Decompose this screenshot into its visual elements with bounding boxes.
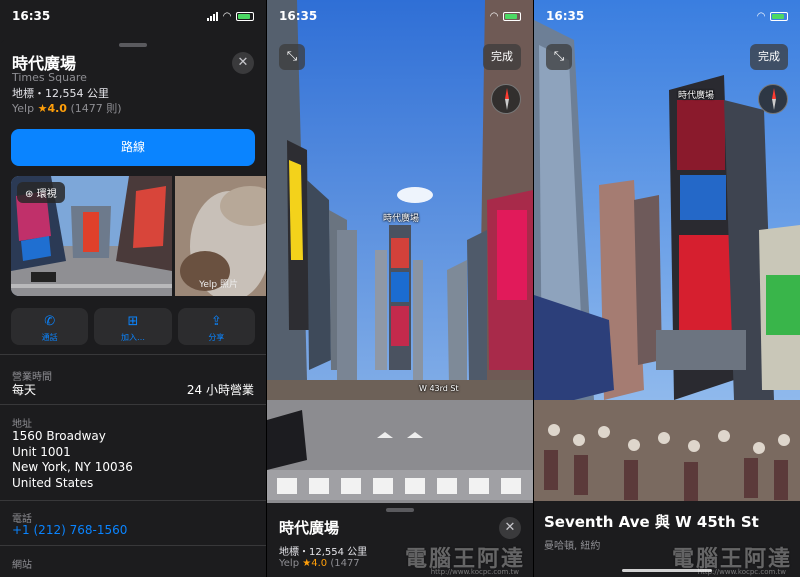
street-label: W 43rd St xyxy=(419,384,459,393)
lookaround-preview[interactable]: ⊛ 環視 xyxy=(11,176,172,296)
yelp-photo[interactable]: Yelp 照片 xyxy=(175,176,266,296)
sheet-grabber[interactable] xyxy=(386,508,414,512)
action-row: ✆ 通話 ⊞ 加入… ⇪ 分享 xyxy=(11,308,255,345)
phone-icon: ✆ xyxy=(44,314,56,329)
street-scene[interactable] xyxy=(534,0,800,577)
status-icons: ◠ xyxy=(757,11,788,22)
rating-source: Yelp xyxy=(279,558,300,569)
done-button[interactable]: 完成 xyxy=(750,44,788,70)
status-icons: ◠ xyxy=(490,11,521,22)
hours-value: 24 小時營業 xyxy=(186,383,254,397)
place-meta: 地標・12,554 公里 xyxy=(12,87,109,100)
yelp-photos-label: Yelp 照片 xyxy=(199,280,238,290)
poi-label[interactable]: 時代廣場 xyxy=(383,211,419,224)
status-time: 16:35 xyxy=(546,9,585,23)
share-icon: ⇪ xyxy=(210,314,222,329)
phone-value[interactable]: +1 (212) 768-1560 xyxy=(12,523,127,537)
rating-value: ★4.0 xyxy=(302,558,328,569)
lookaround-label: 環視 xyxy=(36,189,57,200)
close-button[interactable]: ✕ xyxy=(499,517,521,539)
add-button[interactable]: ⊞ 加入… xyxy=(94,308,172,345)
battery-icon xyxy=(503,11,521,21)
sheet-grabber[interactable] xyxy=(119,43,147,47)
status-time: 16:35 xyxy=(12,9,51,23)
wifi-icon: ◠ xyxy=(223,10,231,22)
plus-icon: ⊞ xyxy=(127,314,139,329)
divider xyxy=(0,404,266,405)
address-line: 1560 Broadway xyxy=(12,429,106,443)
status-bar: 16:35 ◠ xyxy=(534,0,800,32)
sheet-rating: Yelp ★4.0 (1477 xyxy=(279,558,360,569)
done-button[interactable]: 完成 xyxy=(483,44,521,70)
binoculars-icon: ⊛ xyxy=(25,189,34,200)
status-time: 16:35 xyxy=(279,9,318,23)
battery-icon xyxy=(236,11,254,21)
close-icon: ✕ xyxy=(237,55,249,70)
share-button[interactable]: ⇪ 分享 xyxy=(177,308,255,345)
home-indicator[interactable] xyxy=(622,569,712,572)
compass-icon[interactable] xyxy=(491,84,521,114)
lookaround-screen-2: 16:35 ◠ ⤡ 完成 時代廣場 Seventh Ave 與 W 45th S… xyxy=(534,0,800,577)
rating-count: (1477 則) xyxy=(70,102,122,115)
close-icon: ✕ xyxy=(504,520,516,535)
status-icons: ◠ xyxy=(207,11,254,22)
hours-day: 每天 xyxy=(12,383,37,397)
rating-source: Yelp xyxy=(12,102,35,115)
sheet-subtitle: 曼哈頓, 紐約 xyxy=(544,541,601,552)
lookaround-screen-1: 16:35 ◠ ⤡ 完成 時代廣場 W 43rd St 時代廣場 ✕ 地標・12… xyxy=(267,0,533,577)
wifi-icon: ◠ xyxy=(757,10,765,22)
collapse-button[interactable]: ⤡ xyxy=(546,44,572,70)
address-line: Unit 1001 xyxy=(12,444,71,459)
status-bar: 16:35 ◠ xyxy=(267,0,533,32)
watermark-url: http://www.kocpc.com.tw xyxy=(430,568,519,576)
collapse-icon: ⤡ xyxy=(286,49,298,64)
sheet-title: Seventh Ave 與 W 45th St xyxy=(544,513,759,531)
divider xyxy=(0,500,266,501)
place-rating[interactable]: Yelp ★4.0 (1477 則) xyxy=(12,100,122,116)
collapse-icon: ⤡ xyxy=(553,49,565,64)
street-scene[interactable] xyxy=(267,0,533,577)
sheet-meta: 地標・12,554 公里 xyxy=(279,547,368,558)
address-line: New York, NY 10036 xyxy=(12,460,133,474)
route-button[interactable]: 路線 xyxy=(11,129,255,166)
rating-value: ★4.0 xyxy=(37,102,67,115)
address-value[interactable]: 1560 Broadway Unit 1001 New York, NY 100… xyxy=(12,429,133,491)
wifi-icon: ◠ xyxy=(490,10,498,22)
sheet-title: 時代廣場 xyxy=(279,519,340,537)
place-sheet: 時代廣場 Times Square 地標・12,554 公里 Yelp ★4.0… xyxy=(0,38,266,577)
place-card-screen: 16:35 ◠ 時代廣場 Times Square 地標・12,554 公里 Y… xyxy=(0,0,266,577)
poi-label[interactable]: 時代廣場 xyxy=(678,88,714,101)
compass-icon[interactable] xyxy=(758,84,788,114)
rating-count: (1477 xyxy=(330,558,360,569)
address-line: United States xyxy=(12,475,94,490)
battery-icon xyxy=(770,11,788,21)
signal-icon xyxy=(207,11,219,21)
address-label: 地址 xyxy=(12,419,32,430)
call-button[interactable]: ✆ 通話 xyxy=(11,308,89,345)
share-label: 分享 xyxy=(208,333,225,342)
divider xyxy=(0,354,266,355)
status-bar: 16:35 ◠ xyxy=(0,0,266,32)
add-label: 加入… xyxy=(120,333,145,342)
collapse-button[interactable]: ⤡ xyxy=(279,44,305,70)
call-label: 通話 xyxy=(41,333,58,342)
close-button[interactable]: ✕ xyxy=(232,52,254,74)
place-subtitle: Times Square xyxy=(12,71,87,84)
divider xyxy=(0,545,266,546)
photo-strip[interactable]: ⊛ 環視 Yelp 照片 xyxy=(11,176,266,296)
lookaround-tag[interactable]: ⊛ 環視 xyxy=(17,182,65,203)
website-label: 網站 xyxy=(12,560,32,571)
